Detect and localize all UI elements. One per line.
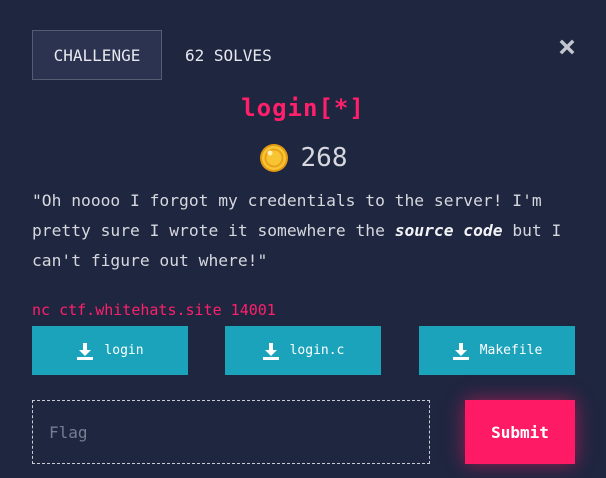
description-emphasis: source code [394,221,503,240]
connection-info: nc ctf.whitehats.site 14001 [32,301,276,319]
tab-challenge[interactable]: CHALLENGE [32,30,162,80]
challenge-title: login[*] [241,94,365,122]
close-icon [559,39,575,55]
points-display: 268 [0,140,606,176]
file-label: login.c [289,343,345,358]
tab-solves[interactable]: 62 SOLVES [185,30,272,80]
points-value: 268 [300,143,348,173]
download-login-c-button[interactable]: login.c [225,326,381,375]
download-login-button[interactable]: login [32,326,188,375]
flag-input[interactable] [32,400,430,464]
coin-icon [259,144,288,172]
challenge-description: "Oh noooo I forgot my credentials to the… [32,186,580,276]
download-icon [262,342,280,360]
close-button[interactable] [556,36,578,58]
download-makefile-button[interactable]: Makefile [419,326,575,375]
submit-button[interactable]: Submit [465,400,575,464]
file-label: login [104,343,144,358]
download-icon [452,342,470,360]
download-icon [76,342,94,360]
file-label: Makefile [479,343,543,358]
